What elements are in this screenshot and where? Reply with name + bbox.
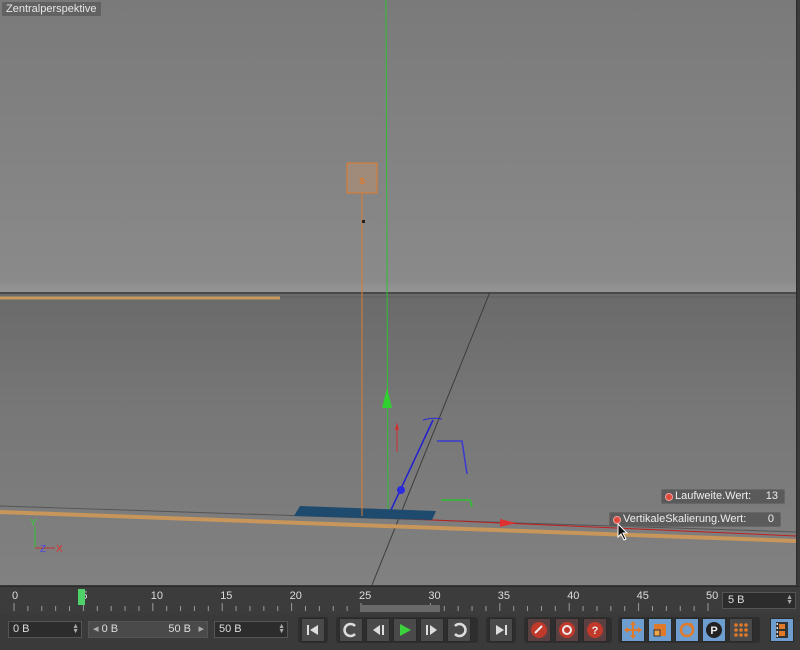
range-left-arrow-icon[interactable]: ◂	[93, 623, 99, 635]
range-start-value: 0 B	[101, 623, 119, 635]
current-frame-field[interactable]: 5 B ▲ ▼	[722, 592, 796, 609]
rotation-arc-green	[441, 499, 473, 508]
ruler-label: 35	[497, 590, 511, 602]
next-key-button[interactable]	[447, 618, 471, 642]
record-key-icon	[531, 622, 547, 638]
step-forward-icon	[426, 625, 437, 635]
object-point[interactable]	[362, 220, 365, 223]
ruler-label: 25	[359, 590, 372, 602]
skip-forward-icon	[496, 625, 507, 635]
goto-start-button[interactable]	[301, 618, 325, 642]
min-time-value: 0 B	[13, 623, 30, 635]
step-back-icon	[373, 625, 384, 635]
move-icon	[624, 621, 642, 639]
viewport-title: Zentralperspektive	[2, 2, 101, 16]
ruler-label: 40	[567, 590, 580, 602]
rotation-arc-blue-2	[437, 440, 468, 475]
ruler-label: 30	[428, 590, 441, 602]
play-button[interactable]	[393, 618, 417, 642]
play-icon	[400, 624, 411, 636]
max-time-field[interactable]: 50 B ▲ ▼	[214, 621, 288, 638]
point-level-button[interactable]	[729, 618, 753, 642]
parameter-key-button[interactable]: P	[702, 618, 726, 642]
move-key-button[interactable]	[621, 618, 645, 642]
spinner-icon[interactable]: ▲ ▼	[72, 623, 79, 635]
ruler-label: 20	[289, 590, 302, 602]
next-frame-button[interactable]	[420, 618, 444, 642]
viewport[interactable]: s Y Z X Zentralperspektive Laufweite.Wer…	[0, 0, 797, 585]
text-object-plate[interactable]	[294, 506, 436, 520]
keyframe-selection-button[interactable]: ?	[583, 618, 607, 642]
red-indicator-head	[395, 422, 399, 430]
next-key-icon	[454, 622, 467, 638]
current-frame-value: 5 B	[728, 594, 745, 606]
hud-laufweite[interactable]: Laufweite.Wert: 13	[661, 489, 785, 504]
rotate-icon	[679, 622, 695, 638]
ruler-label: 0	[12, 590, 19, 602]
gizmo-y-label: Y	[30, 518, 37, 529]
ruler-label: 50	[706, 590, 719, 602]
auto-key-icon	[559, 622, 575, 638]
svg-text:?: ?	[592, 625, 599, 637]
hud-vertikale-skalierung[interactable]: VertikaleSkalierung.Wert: 0	[609, 512, 781, 527]
ruler-label: 45	[636, 590, 649, 602]
timeline-window-button[interactable]	[770, 618, 794, 642]
range-right-arrow-icon[interactable]: ▸	[198, 622, 204, 637]
min-time-field[interactable]: 0 B ▲ ▼	[8, 621, 82, 638]
preview-range-field[interactable]: ◂ 0 B 50 B ▸	[88, 621, 208, 638]
prev-key-icon	[343, 622, 356, 638]
ruler-label: 15	[220, 590, 233, 602]
gizmo-z-label: Z	[40, 544, 46, 555]
points-grid-icon	[734, 623, 748, 637]
z-axis-line	[389, 419, 434, 513]
spinner-icon[interactable]: ▲ ▼	[278, 623, 285, 635]
range-end-value: 50 B	[168, 623, 191, 635]
z-axis-handle[interactable]	[397, 486, 405, 494]
scale-key-button[interactable]	[648, 618, 672, 642]
playhead[interactable]	[78, 589, 86, 605]
mouse-cursor-icon	[617, 523, 629, 541]
y-axis-arrow[interactable]	[382, 388, 392, 408]
spinner-icon[interactable]: ▲ ▼	[786, 594, 793, 606]
ruler-label: 10	[150, 590, 164, 602]
hud-value[interactable]: 13	[766, 490, 778, 503]
animation-toolbar: 0 B ▲ ▼ ◂ 0 B 50 B ▸ 50 B ▲ ▼ ? P	[0, 614, 800, 650]
max-time-value: 50 B	[219, 623, 242, 635]
prev-frame-button[interactable]	[366, 618, 390, 642]
timeline-ruler[interactable]: 05101520253035404550	[8, 587, 719, 615]
record-key-button[interactable]	[527, 618, 551, 642]
help-key-icon: ?	[587, 622, 603, 638]
parameter-icon: P	[706, 622, 722, 638]
hud-label: VertikaleSkalierung.Wert:	[623, 513, 747, 525]
hud-label: Laufweite.Wert:	[675, 490, 752, 502]
x-axis-arrow[interactable]	[500, 519, 516, 527]
timeline[interactable]: 05101520253035404550 5 B ▲▼	[0, 586, 800, 614]
gizmo-x-label: X	[56, 544, 63, 555]
skip-back-icon	[307, 625, 318, 635]
scale-icon	[653, 624, 666, 637]
rotate-key-button[interactable]	[675, 618, 699, 642]
svg-text:P: P	[710, 625, 717, 637]
hud-dot-icon[interactable]	[665, 493, 673, 501]
hud-value[interactable]: 0	[768, 513, 774, 526]
film-strip-icon	[776, 622, 788, 638]
prev-key-button[interactable]	[339, 618, 363, 642]
preview-range-bar[interactable]	[360, 605, 440, 612]
marker-label: s	[359, 175, 365, 187]
y-axis-line	[385, 0, 389, 516]
perspective-guide	[371, 291, 491, 585]
goto-end-button[interactable]	[489, 618, 513, 642]
auto-key-button[interactable]	[555, 618, 579, 642]
